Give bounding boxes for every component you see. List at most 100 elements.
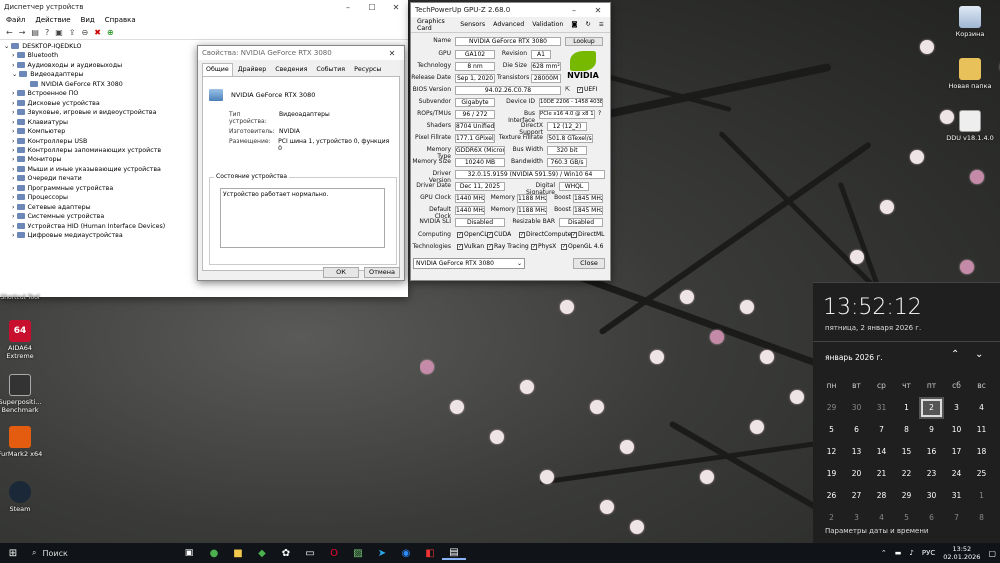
ok-button[interactable]: ОК [323, 267, 359, 278]
task-view-icon[interactable]: ▣ [176, 548, 202, 558]
close-icon[interactable]: ✕ [586, 6, 610, 15]
back-icon[interactable]: ← [6, 28, 13, 37]
windows-start-icon[interactable]: ⊞ [0, 548, 26, 559]
taskbar-clock[interactable]: 13:52 02.01.2026 [943, 545, 980, 561]
chevron-down-icon[interactable]: ⌄ [975, 349, 983, 360]
calendar-day[interactable]: 5 [819, 419, 844, 441]
tab-resources[interactable]: Ресурсы [350, 63, 385, 76]
menu-icon[interactable]: ≡ [599, 21, 604, 28]
language-indicator[interactable]: РУС [922, 549, 935, 557]
network-icon[interactable]: ▬ [895, 549, 902, 557]
tab-validation[interactable]: Validation [532, 21, 563, 28]
calendar-day[interactable]: 17 [944, 441, 969, 463]
tray-chevron-icon[interactable]: ⌃ [881, 549, 887, 557]
disable-icon[interactable]: ⊖ [81, 28, 88, 37]
device-manager-taskbar-icon[interactable]: ▤ [442, 547, 466, 560]
calendar-day[interactable]: 15 [894, 441, 919, 463]
desktop-icon-ddu[interactable]: DDU v18.1.4.0 [946, 110, 994, 142]
gpu-select[interactable]: NVIDIA GeForce RTX 3080 ⌄ [413, 258, 525, 269]
close-icon[interactable]: ✕ [380, 49, 404, 58]
menu-help[interactable]: Справка [105, 16, 136, 24]
raytracing-checkbox[interactable]: ✓ [487, 243, 493, 250]
calendar-day[interactable]: 18 [969, 441, 994, 463]
properties-icon[interactable]: ▤ [31, 28, 39, 37]
calendar-day[interactable]: 12 [819, 441, 844, 463]
volume-icon[interactable]: ♪ [909, 549, 913, 557]
tab-events[interactable]: События [312, 63, 349, 76]
update-driver-icon[interactable]: ⇪ [69, 28, 76, 37]
calendar-day[interactable]: 25 [969, 463, 994, 485]
physx-checkbox[interactable]: ✓ [531, 243, 537, 250]
vulkan-checkbox[interactable]: ✓ [457, 243, 463, 250]
calendar-day[interactable]: 6 [919, 507, 944, 529]
maximize-icon[interactable]: ☐ [360, 3, 384, 12]
chatgpt-icon[interactable]: ✿ [274, 548, 298, 559]
calendar-day[interactable]: 13 [844, 441, 869, 463]
tab-driver[interactable]: Драйвер [234, 63, 270, 76]
tab-details[interactable]: Сведения [271, 63, 311, 76]
calendar-day[interactable]: 29 [819, 397, 844, 419]
calendar-day[interactable]: 9 [919, 419, 944, 441]
desktop-icon-superposition[interactable]: Superpositi... Benchmark [0, 374, 44, 414]
calendar-day[interactable]: 21 [869, 463, 894, 485]
calendar-day[interactable]: 24 [944, 463, 969, 485]
calendar-day[interactable]: 3 [944, 397, 969, 419]
calendar-day[interactable]: 3 [844, 507, 869, 529]
desktop-icon-shortcut[interactable]: Shortcut Tool [0, 293, 44, 301]
minimize-icon[interactable]: – [336, 3, 360, 12]
notifications-icon[interactable]: ▢ [988, 549, 996, 558]
desktop-icon-steam[interactable]: Steam [0, 481, 44, 513]
desktop-icon-aida64[interactable]: 64 AIDA64 Extreme [0, 320, 44, 360]
minimize-icon[interactable]: – [562, 6, 586, 15]
calendar-day[interactable]: 10 [944, 419, 969, 441]
calendar-day[interactable]: 31 [944, 485, 969, 507]
date-time-settings-link[interactable]: Параметры даты и времени [825, 527, 928, 535]
menu-file[interactable]: Файл [6, 16, 25, 24]
desktop-icon-recycle-bin[interactable]: Корзина [946, 6, 994, 38]
zoom-icon[interactable]: ◉ [394, 548, 418, 559]
cancel-button[interactable]: Отмена [364, 267, 400, 278]
status-textbox[interactable]: Устройство работает нормально. [220, 188, 385, 248]
share-icon[interactable]: ⇱ [565, 86, 570, 93]
calendar-day[interactable]: 7 [869, 419, 894, 441]
tab-advanced[interactable]: Advanced [493, 21, 524, 28]
calendar-day[interactable]: 23 [919, 463, 944, 485]
calendar-day[interactable]: 4 [969, 397, 994, 419]
tab-general[interactable]: Общие [202, 63, 233, 76]
clock-date[interactable]: пятница, 2 января 2026 г. [825, 324, 921, 332]
calendar-day[interactable]: 6 [844, 419, 869, 441]
calendar-day[interactable]: 28 [869, 485, 894, 507]
uefi-checkbox[interactable]: ✓ [577, 86, 583, 93]
calendar-day[interactable]: 16 [919, 441, 944, 463]
menu-action[interactable]: Действие [35, 16, 70, 24]
calendar-day[interactable]: 5 [894, 507, 919, 529]
calendar-day[interactable]: 8 [969, 507, 994, 529]
directcompute-checkbox[interactable]: ✓ [519, 231, 525, 238]
opengl-checkbox[interactable]: ✓ [561, 243, 567, 250]
forward-icon[interactable]: → [19, 28, 26, 37]
calendar-day[interactable]: 1 [969, 485, 994, 507]
calendar-day[interactable]: 7 [944, 507, 969, 529]
calendar-day[interactable]: 14 [869, 441, 894, 463]
app-icon[interactable]: ◆ [250, 548, 274, 559]
scan-icon[interactable]: ▣ [55, 28, 63, 37]
camera-icon[interactable]: ◙ [571, 21, 577, 28]
calendar-day[interactable]: 30 [844, 397, 869, 419]
calendar-day[interactable]: 1 [894, 397, 919, 419]
gpuz-close-button[interactable]: Close [573, 258, 605, 269]
menu-view[interactable]: Вид [81, 16, 95, 24]
calendar-day[interactable]: 20 [844, 463, 869, 485]
calendar-day[interactable]: 11 [969, 419, 994, 441]
help-icon[interactable]: ? [45, 28, 49, 37]
calendar-day[interactable]: 26 [819, 485, 844, 507]
calendar-month[interactable]: январь 2026 г. [825, 353, 883, 362]
calendar-day[interactable]: 27 [844, 485, 869, 507]
directml-checkbox[interactable]: ✓ [571, 231, 577, 238]
taskbar-search[interactable]: ⌕ Поиск [26, 545, 176, 561]
lookup-button[interactable]: Lookup [565, 37, 603, 46]
tab-graphics-card[interactable]: Graphics Card [417, 18, 452, 32]
uninstall-icon[interactable]: ✖ [94, 28, 101, 37]
desktop-icon-furmark[interactable]: FurMark2 x64 [0, 426, 44, 458]
opera-icon[interactable]: O [322, 548, 346, 559]
calendar-day[interactable]: 2 [819, 507, 844, 529]
